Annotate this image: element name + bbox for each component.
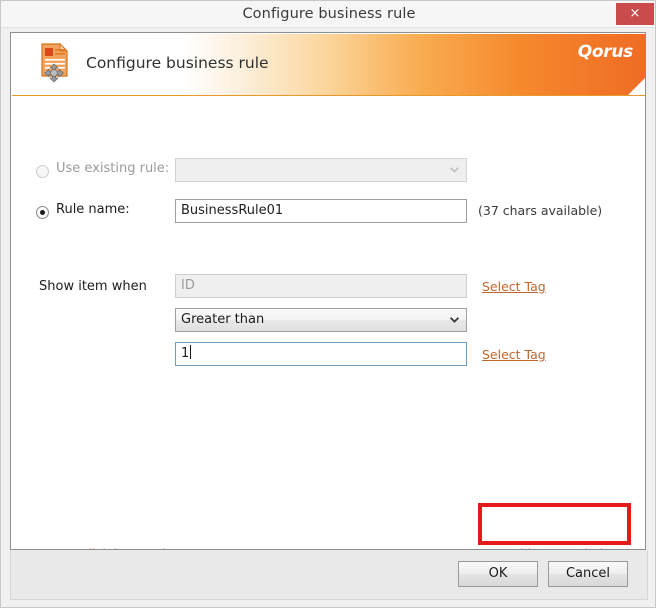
existing-rule-combo[interactable] <box>175 158 467 182</box>
condition-operator-combo[interactable]: Greater than <box>175 308 467 332</box>
select-tag-link-value[interactable]: Select Tag <box>482 347 546 362</box>
configure-business-rule-dialog: Configure business rule × Configure busi… <box>0 0 656 608</box>
close-icon[interactable]: × <box>616 3 654 25</box>
qorus-logo: Qorus <box>577 42 634 62</box>
label-use-existing-rule: Use existing rule: <box>56 161 170 176</box>
condition-operator-value: Greater than <box>181 312 265 327</box>
radio-rule-name[interactable] <box>36 206 49 219</box>
dialog-footer: OK Cancel <box>10 550 648 600</box>
banner-title: Configure business rule <box>86 54 269 72</box>
text-caret <box>190 345 192 359</box>
corner-fold-decoration <box>628 78 645 95</box>
header-banner: Configure business rule Qorus <box>12 34 645 96</box>
rule-name-input-value: BusinessRule01 <box>181 203 284 218</box>
label-rule-name: Rule name: <box>56 202 130 217</box>
condition-field-input[interactable]: ID <box>175 274 467 298</box>
label-show-item-when: Show item when <box>39 279 147 294</box>
radio-use-existing-rule[interactable] <box>36 165 49 178</box>
document-move-icon <box>28 40 80 90</box>
chevron-down-icon <box>450 317 459 323</box>
condition-value-input[interactable]: 1 <box>175 342 467 366</box>
window-title: Configure business rule <box>242 6 416 22</box>
chevron-down-icon <box>450 167 459 173</box>
form-body: Use existing rule: Rule name: BusinessRu… <box>12 96 645 549</box>
select-tag-link-field[interactable]: Select Tag <box>482 279 546 294</box>
dialog-content-panel: Configure business rule Qorus Use existi… <box>10 32 646 550</box>
title-bar: Configure business rule × <box>1 1 655 28</box>
condition-value-text: 1 <box>181 346 190 361</box>
chars-available-hint: (37 chars available) <box>478 203 603 218</box>
ok-button[interactable]: OK <box>458 561 538 587</box>
cancel-button[interactable]: Cancel <box>548 561 628 587</box>
condition-field-value: ID <box>181 278 195 293</box>
rule-name-input[interactable]: BusinessRule01 <box>175 199 467 223</box>
